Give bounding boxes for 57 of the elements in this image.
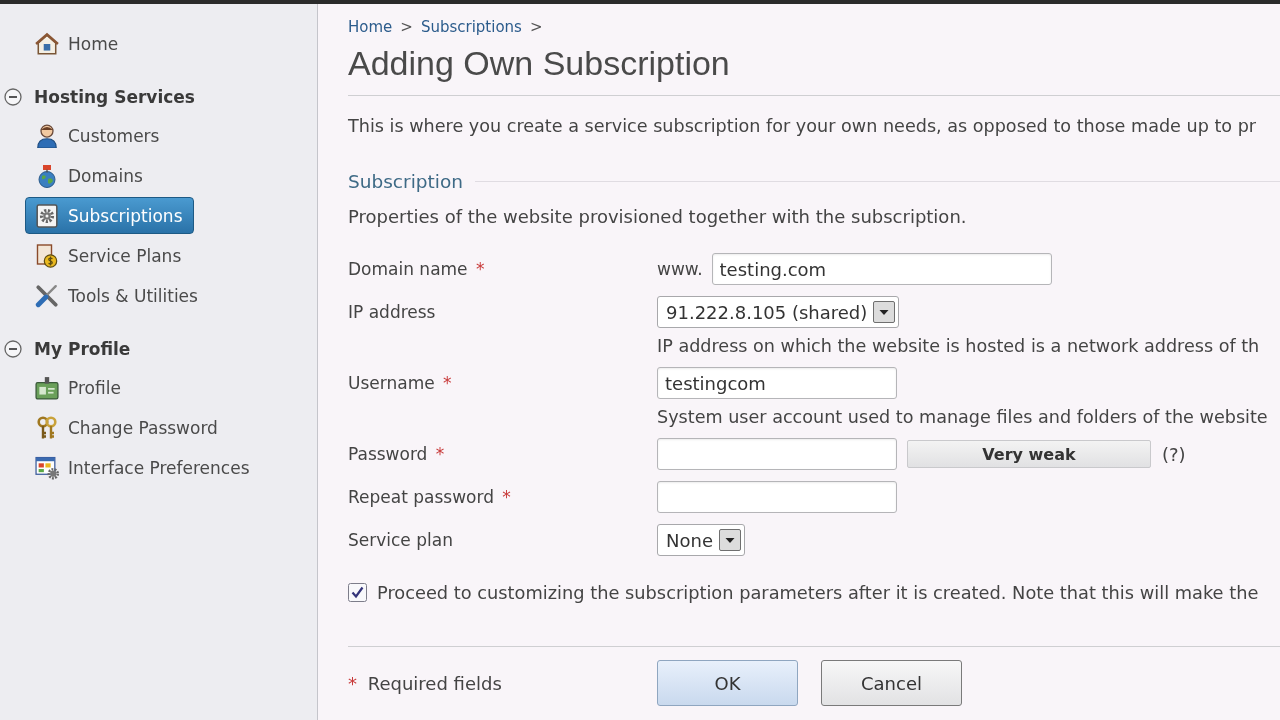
person-icon <box>35 123 59 148</box>
sidebar-group-header[interactable]: Hosting Services <box>0 78 195 116</box>
sidebar-item[interactable]: Change Password <box>25 409 230 446</box>
gear-icon <box>35 203 59 228</box>
breadcrumb-link[interactable]: Subscriptions <box>420 17 522 37</box>
breadcrumb-link[interactable]: Home <box>348 17 393 37</box>
help-link[interactable]: (?) <box>1162 443 1186 465</box>
keys-icon <box>35 415 59 440</box>
cancel-button[interactable]: Cancel <box>821 660 962 706</box>
field-prefix: www. <box>657 259 703 279</box>
field-label: Password <box>348 444 428 464</box>
sidebar-item[interactable]: Subscriptions <box>25 197 195 234</box>
caret-icon <box>873 301 896 323</box>
sidebar-item[interactable]: Tools & Utilities <box>25 277 210 314</box>
window-gear-icon <box>35 455 59 480</box>
field-hint: IP address on which the website is hosted is a network address of th <box>657 336 1261 356</box>
page-title: Adding Own Subscription <box>348 43 731 83</box>
tools-icon <box>35 283 59 308</box>
select-dropdown[interactable]: None <box>657 524 745 556</box>
field-hint: System user account used to manage files and folders of the website <box>657 407 1269 427</box>
required-mark: * <box>502 487 511 507</box>
password-field[interactable] <box>657 481 897 513</box>
page-description: This is where you create a service subscription for your own needs, as opposed to those made up to pr <box>348 116 1258 136</box>
field-label: Username <box>348 373 435 393</box>
text-field[interactable]: testing.com <box>711 253 1052 285</box>
document-coin-icon <box>35 243 59 268</box>
checkbox[interactable] <box>348 582 367 602</box>
sidebar-item[interactable]: Service Plans <box>25 237 194 274</box>
ok-button[interactable]: OK <box>657 660 798 706</box>
section-title: Subscription <box>348 170 463 192</box>
required-mark: * <box>443 373 452 393</box>
sidebar-item[interactable]: Home <box>25 25 131 62</box>
caret-icon <box>718 529 741 551</box>
required-fields-note: Required fields <box>367 672 502 694</box>
text-field[interactable]: testingcom <box>657 367 897 399</box>
sidebar-item[interactable]: Interface Preferences <box>25 449 262 486</box>
breadcrumb-separator: > <box>529 17 543 37</box>
sidebar-group-header[interactable]: My Profile <box>0 330 131 368</box>
field-label: IP address <box>348 302 436 322</box>
required-mark: * <box>435 444 445 464</box>
field-label: Repeat password <box>348 487 494 507</box>
password-field[interactable] <box>657 438 897 470</box>
globe-icon <box>35 163 59 188</box>
sidebar-item[interactable]: Customers <box>25 117 172 154</box>
select-dropdown[interactable]: 91.222.8.105 (shared) <box>657 296 900 328</box>
required-mark: * <box>476 259 485 279</box>
section-description: Properties of the website provisioned together with the subscription. <box>348 207 968 227</box>
sidebar-item[interactable]: Profile <box>25 369 133 406</box>
required-mark: * <box>348 672 357 694</box>
password-strength-meter: Very weak <box>907 440 1151 468</box>
checkbox-label: Proceed to customizing the subscription parameters after it is created. Note that this will make the <box>377 581 1259 603</box>
breadcrumb-separator: > <box>400 17 413 37</box>
home-icon <box>35 31 59 56</box>
sidebar-item[interactable]: Domains <box>25 157 155 194</box>
field-label: Service plan <box>348 530 453 550</box>
field-label: Domain name <box>348 259 468 279</box>
id-card-icon <box>35 375 59 400</box>
